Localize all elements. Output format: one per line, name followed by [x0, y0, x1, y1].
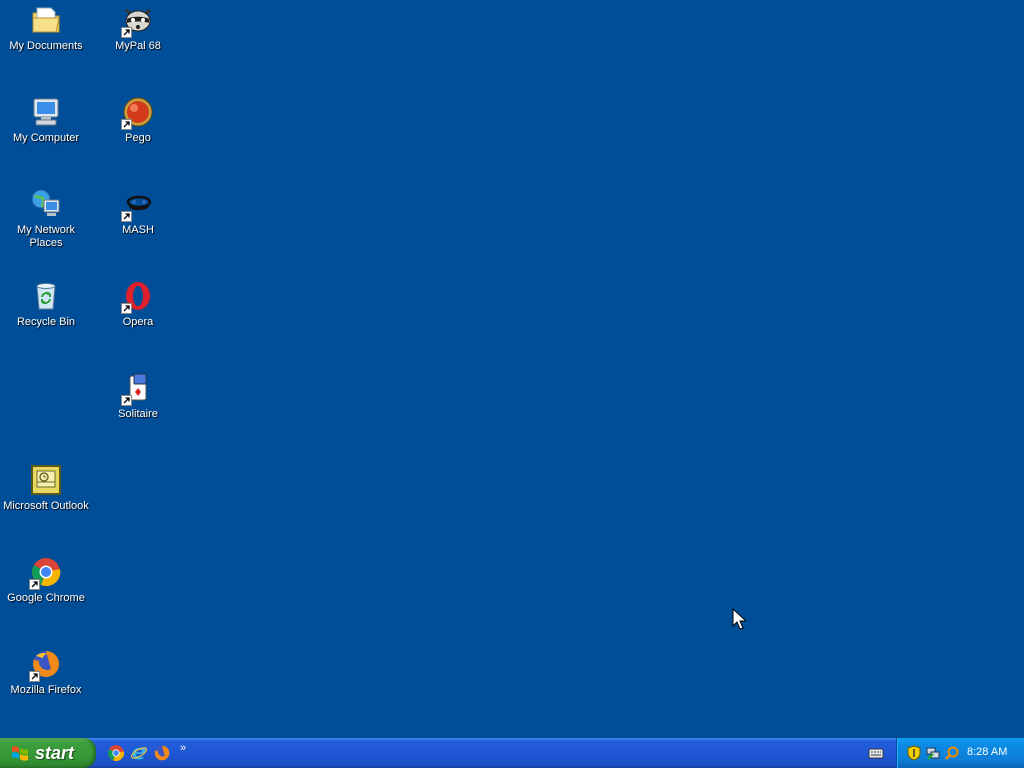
quicklaunch-overflow-button[interactable]: » [180, 742, 186, 754]
desktop-icon-my-documents[interactable]: My Documents [0, 2, 92, 78]
start-button-label: start [35, 742, 75, 763]
mash-icon [121, 188, 154, 222]
desktop-icon-recycle-bin[interactable]: Recycle Bin [0, 278, 92, 354]
shortcut-arrow-icon [121, 395, 132, 406]
security-shield-icon[interactable] [906, 745, 922, 761]
start-button[interactable]: start [0, 738, 96, 768]
opera-icon [121, 280, 154, 314]
shortcut-arrow-icon [121, 27, 132, 38]
desktop-icon-label: Opera [122, 316, 154, 328]
firefox-icon [29, 648, 62, 682]
desktop-icon-solitaire[interactable]: Solitaire [92, 370, 184, 446]
system-tray: 8:28 AM [896, 738, 1024, 768]
desktop-icon-label: Solitaire [118, 408, 158, 420]
quicklaunch-firefox-icon[interactable] [153, 744, 171, 762]
solitaire-icon [121, 372, 154, 406]
quicklaunch-chrome-icon[interactable] [107, 744, 125, 762]
desktop-icon-label: Microsoft Outlook [3, 500, 89, 512]
network-icon[interactable] [925, 745, 941, 761]
shortcut-arrow-icon [121, 119, 132, 130]
desktop-icon-label: My Documents [9, 40, 83, 52]
desktop-icon-label: MASH [122, 224, 154, 236]
my-computer-icon [30, 96, 62, 128]
desktop-icon-my-network-places[interactable]: My Network Places [0, 186, 92, 262]
mouse-cursor-icon [732, 608, 746, 630]
desktop-icon-my-computer[interactable]: My Computer [0, 94, 92, 170]
shortcut-arrow-icon [121, 211, 132, 222]
system-clock[interactable]: 8:28 AM [967, 746, 1007, 758]
desktop-icon-mozilla-firefox[interactable]: Mozilla Firefox [0, 646, 92, 722]
recycle-bin-icon [30, 280, 62, 312]
desktop-icon-label: Google Chrome [7, 592, 85, 604]
shortcut-arrow-icon [121, 303, 132, 314]
chrome-icon [29, 556, 62, 590]
outlook-icon [30, 464, 62, 496]
windows-logo-icon [12, 746, 28, 761]
desktop-icon-label: Mozilla Firefox [10, 684, 82, 696]
network-places-icon [30, 188, 62, 220]
shortcut-arrow-icon [29, 579, 40, 590]
desktop-icon-pego[interactable]: Pego [92, 94, 184, 170]
desktop-icon-microsoft-outlook[interactable]: Microsoft Outlook [0, 462, 92, 538]
desktop-icon-mash[interactable]: MASH [92, 186, 184, 262]
desktop-icon-mypal-68[interactable]: MyPal 68 [92, 2, 184, 78]
desktop-icon-google-chrome[interactable]: Google Chrome [0, 554, 92, 630]
quicklaunch-internet-explorer-icon[interactable] [130, 744, 148, 762]
my-documents-icon [30, 4, 62, 36]
pego-icon [121, 96, 154, 130]
desktop-icon-opera[interactable]: Opera [92, 278, 184, 354]
search-icon[interactable] [944, 745, 960, 761]
desktop-icon-label: Recycle Bin [16, 316, 76, 328]
keyboard-icon[interactable] [868, 746, 884, 760]
desktop-icon-label: MyPal 68 [115, 40, 161, 52]
desktop-icon-label: Pego [125, 132, 151, 144]
taskbar: start » 8:28 AM [0, 738, 1024, 768]
shortcut-arrow-icon [29, 671, 40, 682]
desktop[interactable]: My Documents My Computer My Network Plac… [0, 0, 1024, 738]
desktop-icon-label: My Computer [12, 132, 80, 144]
mypal-icon [121, 4, 154, 38]
desktop-icon-label: My Network Places [16, 224, 76, 249]
